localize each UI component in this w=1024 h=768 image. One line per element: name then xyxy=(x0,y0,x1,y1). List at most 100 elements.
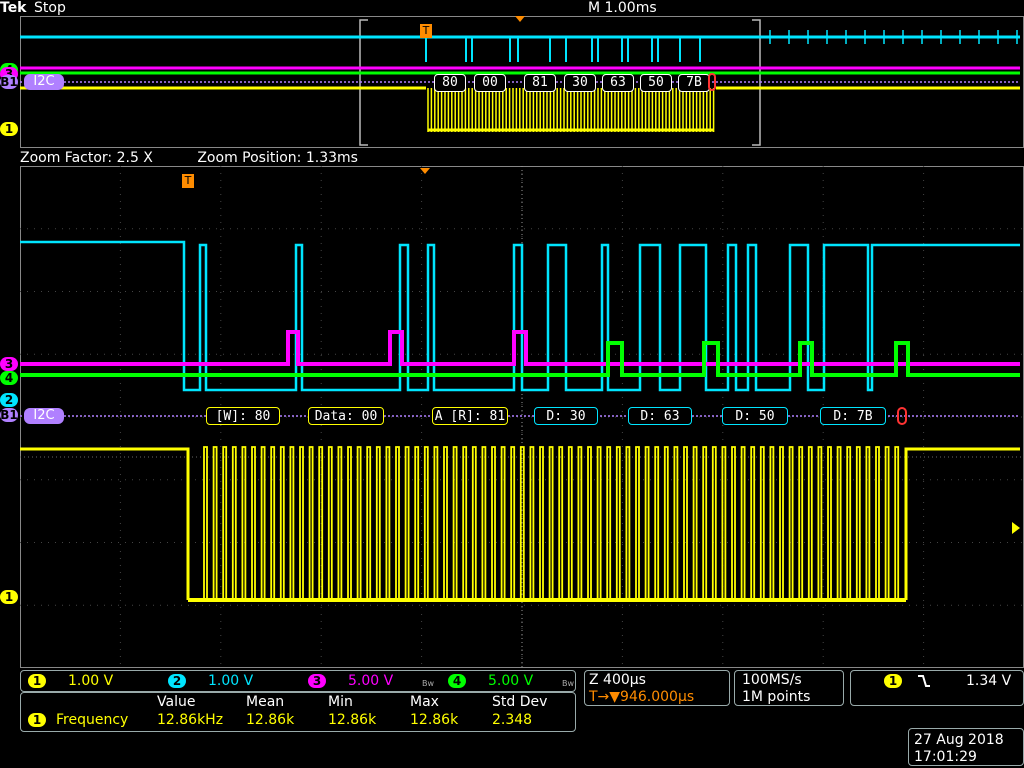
ch1-clock-pulse xyxy=(308,446,314,600)
ch1-clock-pulse xyxy=(395,446,400,600)
ch1-clock-pulse xyxy=(740,446,746,600)
ch3-scale-badge[interactable]: 3 xyxy=(308,674,326,688)
ch1-clock-pulse xyxy=(683,446,688,600)
ch1-clock-pulse xyxy=(606,446,612,600)
ch4-trace xyxy=(20,341,1020,377)
decoded-frame: D: 50 xyxy=(722,407,788,425)
zoom-scale: Z 400µs xyxy=(589,672,646,688)
ch1-clock-pulse xyxy=(798,446,804,600)
bus-label: I2C xyxy=(24,408,64,424)
meas-header: Value xyxy=(157,694,196,710)
ch1-clock-pulse xyxy=(414,446,420,600)
date: 27 Aug 2018 xyxy=(914,732,1004,748)
ch1-clock-pulse xyxy=(539,446,544,600)
ch1-clock-pulse xyxy=(807,446,813,600)
decoded-frame: D: 30 xyxy=(534,407,598,425)
ch1-clock-pulse xyxy=(587,446,592,600)
ch3-scale[interactable]: 5.00 V xyxy=(348,673,393,689)
sample-rate: 100MS/s xyxy=(742,672,802,688)
ch1-trace-end xyxy=(904,447,1020,600)
record-length: 1M points xyxy=(742,689,811,705)
ch1-clock-pulse xyxy=(673,446,679,600)
meas-mean: 12.86k xyxy=(246,712,295,728)
ch1-clock-pulse xyxy=(548,446,554,600)
meas-header: Min xyxy=(328,694,353,710)
ch1-clock-pulse xyxy=(529,446,535,600)
ch1-clock-pulse xyxy=(846,446,852,600)
meas-header: Mean xyxy=(246,694,285,710)
ch1-tag[interactable]: 1 xyxy=(0,590,18,604)
meas-name: Frequency xyxy=(56,712,129,728)
ch1-clock-pulse xyxy=(663,446,669,600)
ch1-clock-pulse xyxy=(779,446,784,600)
ch1-clock-pulse xyxy=(711,446,717,600)
ch1-clock-pulse xyxy=(462,446,468,600)
ch1-clock-pulse xyxy=(212,446,218,600)
ch1-clock-pulse xyxy=(251,446,256,600)
ch1-clock-pulse xyxy=(625,446,631,600)
ch4-tag[interactable]: 4 xyxy=(0,371,18,385)
ch1-clock-pulse xyxy=(347,446,352,600)
ch4-scale[interactable]: 5.00 V xyxy=(488,673,533,689)
ch1-clock-pulse xyxy=(615,446,621,600)
ch1-clock-pulse xyxy=(327,446,333,600)
ch2-scale[interactable]: 1.00 V xyxy=(208,673,253,689)
ch1-clock-pulse xyxy=(865,446,871,600)
stop-marker xyxy=(897,407,907,425)
ch1-clock-pulse xyxy=(836,446,842,600)
ch1-clock-pulse xyxy=(366,446,372,600)
meas-header: Std Dev xyxy=(492,694,548,710)
ch2-tag[interactable]: 2 xyxy=(0,393,18,407)
decoded-frame: Data: 00 xyxy=(308,407,384,425)
decoded-frame: [W]: 80 xyxy=(206,407,280,425)
meas-channel-badge: 1 xyxy=(28,713,46,727)
ch1-clock-pulse xyxy=(481,446,487,600)
ch1-clock-pulse xyxy=(510,446,516,600)
ch1-clock-pulse xyxy=(788,446,794,600)
ch1-clock-pulse xyxy=(289,446,295,600)
ch2-trace xyxy=(20,240,1020,392)
ch4-scale-badge[interactable]: 4 xyxy=(448,674,466,688)
ch3-tag[interactable]: 3 xyxy=(0,357,18,371)
ch1-clock-pulse xyxy=(558,446,564,600)
ch1-clock-pulse xyxy=(279,446,285,600)
bandwidth-limit-icon: Bw xyxy=(422,679,435,688)
time: 17:01:29 xyxy=(914,749,977,765)
ch1-clock-pulse xyxy=(644,446,650,600)
ch1-clock-pulse xyxy=(769,446,775,600)
ch1-clock-pulse xyxy=(260,446,266,600)
ch1-clock-pulse xyxy=(855,446,861,600)
ch1-clock-pulse xyxy=(721,446,727,600)
ch1-clock-pulse xyxy=(404,446,410,600)
ch1-clock-pulse xyxy=(875,446,880,600)
ch1-clock-pulse xyxy=(385,446,391,600)
ch1-clock-pulse xyxy=(433,446,439,600)
bandwidth-limit-icon: Bw xyxy=(562,679,575,688)
ch1-clock-pulse xyxy=(596,446,602,600)
ch2-scale-badge[interactable]: 2 xyxy=(168,674,186,688)
ch3-trace xyxy=(20,330,1020,366)
trigger-level: 1.34 V xyxy=(966,673,1012,689)
meas-min: 12.86k xyxy=(328,712,377,728)
ch1-clock-pulse xyxy=(222,446,228,600)
ch1-clock-pulse xyxy=(356,446,362,600)
meas-max: 12.86k xyxy=(410,712,459,728)
ch1-clock-pulse xyxy=(203,446,208,600)
meas-std-dev: 2.348 xyxy=(492,712,533,728)
ch1-clock-pulse xyxy=(750,446,756,600)
ch1-scale[interactable]: 1.00 V xyxy=(68,673,113,689)
ch1-clock-pulse xyxy=(443,446,448,600)
ch1-clock-pulse xyxy=(817,446,823,600)
ch1-clock-pulse xyxy=(231,446,237,600)
meas-header: Max xyxy=(410,694,439,710)
bus-tag[interactable]: B1 xyxy=(0,408,18,422)
ch1-clock-pulse xyxy=(452,446,458,600)
meas-value: 12.86kHz xyxy=(157,712,224,728)
ch1-clock-pulse xyxy=(423,446,429,600)
trigger-channel-badge: 1 xyxy=(884,674,902,688)
ch1-clock-pulse xyxy=(894,446,900,600)
trigger-level-arrow xyxy=(1012,522,1020,534)
ch1-trace-start xyxy=(20,447,190,600)
ch1-scale-badge[interactable]: 1 xyxy=(28,674,46,688)
ch1-clock-pulse xyxy=(500,446,506,600)
